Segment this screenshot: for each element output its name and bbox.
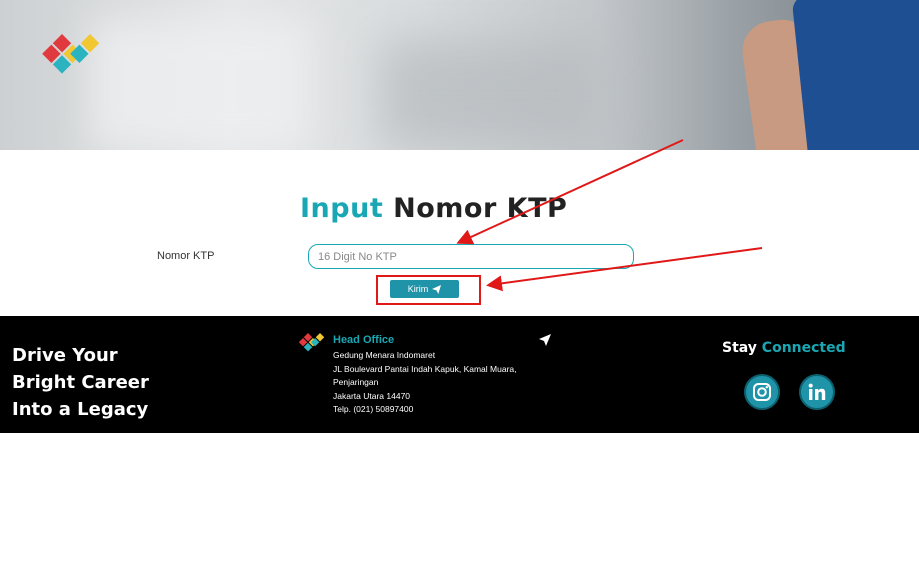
head-office-title: Head Office [333,334,395,346]
page-title: Input Nomor KTP [300,193,567,224]
ktp-number-input[interactable] [308,244,634,269]
tagline-line: Bright Career [12,372,149,393]
stay-connected-heading: Stay Connected [722,340,846,356]
instagram-icon [753,383,771,401]
location-arrow-icon[interactable] [539,334,551,346]
linkedin-icon [808,383,826,400]
hero-banner [0,0,919,150]
ktp-field-label: Nomor KTP [157,250,215,262]
annotation-highlight-box [376,275,481,305]
hero-background-blur [380,40,600,150]
stay-word: Stay [722,340,757,356]
office-address: Gedung Menara Indomaret JL Boulevard Pan… [333,349,517,417]
instagram-link[interactable] [744,374,780,410]
tagline-line: Into a Legacy [12,399,149,420]
tagline-line: Drive Your [12,345,118,366]
address-line: Telp. (021) 50897400 [333,404,414,414]
linkedin-link[interactable] [799,374,835,410]
page-title-main: Nomor KTP [393,193,568,224]
annotation-arrow-to-input [456,139,684,245]
address-line: Gedung Menara Indomaret [333,350,436,360]
office-logo-icon [299,333,325,352]
brand-logo[interactable] [40,30,114,86]
page: Input Nomor KTP Nomor KTP Kirim Drive Yo… [0,0,919,578]
footer: Drive Your Bright Career Into a Legacy H… [0,316,919,433]
address-line: Jakarta Utara 14470 [333,390,411,401]
hero-phone [791,0,919,150]
page-title-accent: Input [300,193,384,224]
address-line: JL Boulevard Pantai Indah Kapuk, Kamal M… [333,363,517,374]
address-line: Penjaringan [333,377,379,387]
connected-word: Connected [761,340,846,356]
hero-background-blur [90,20,310,150]
footer-tagline: Drive Your Bright Career Into a Legacy [12,342,149,423]
